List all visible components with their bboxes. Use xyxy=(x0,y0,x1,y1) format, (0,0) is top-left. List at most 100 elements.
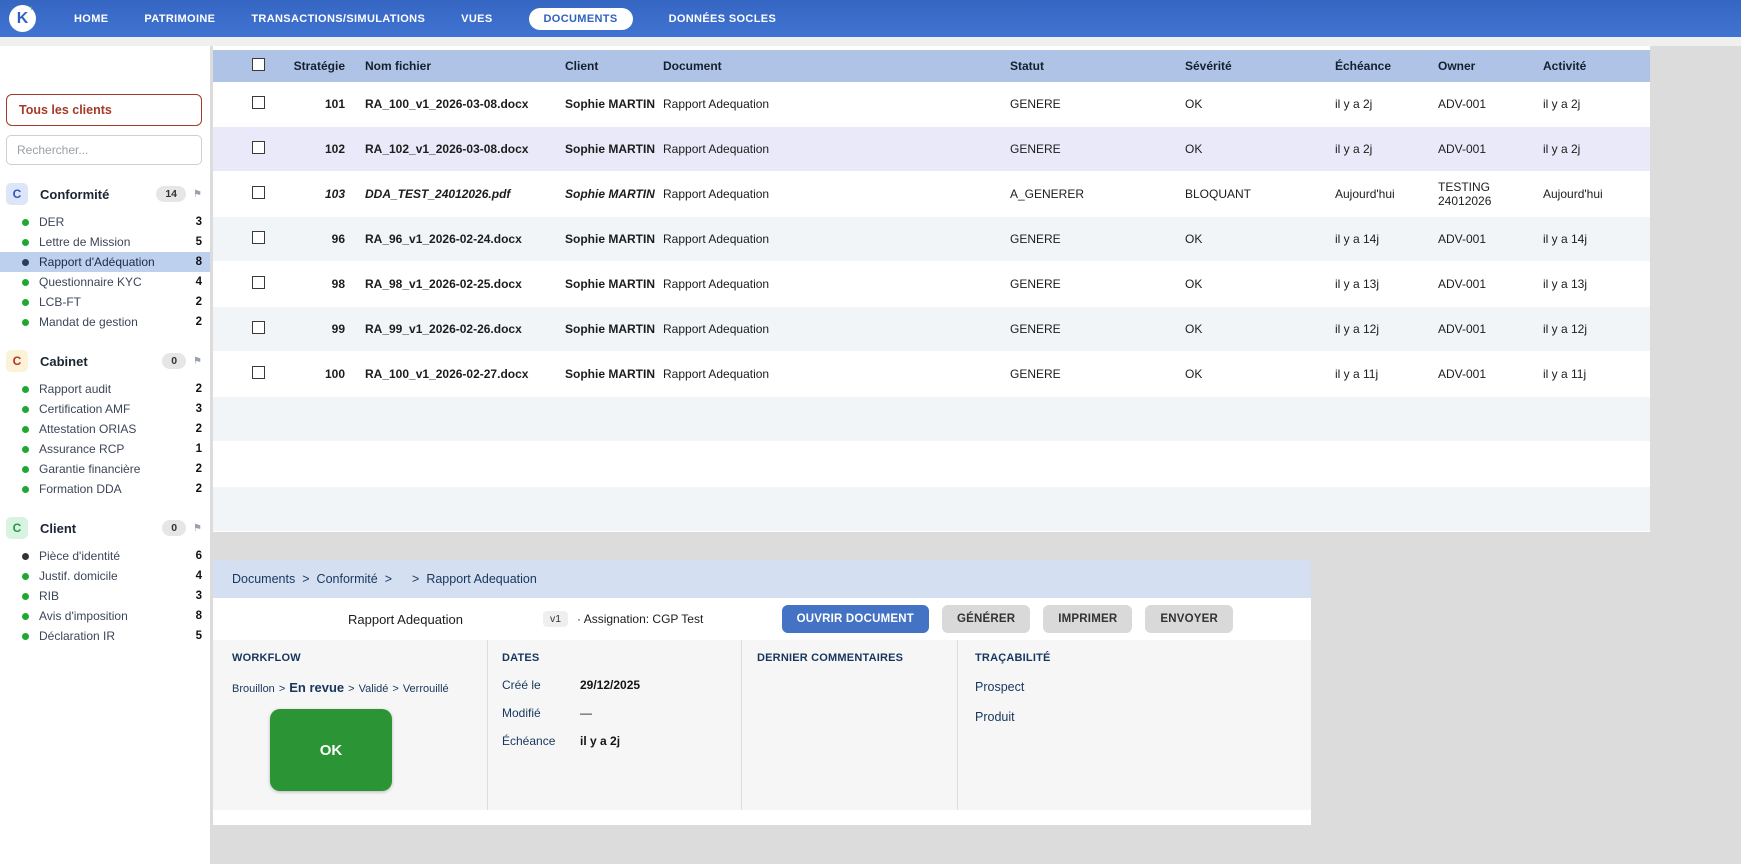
table-row[interactable]: 101RA_100_v1_2026-03-08.docxSophie MARTI… xyxy=(213,82,1650,127)
app-logo[interactable]: K’ xyxy=(9,5,36,32)
g-n-rer-button[interactable]: GÉNÉRER xyxy=(942,605,1030,633)
cell-owner: ADV-001 xyxy=(1438,367,1543,381)
traceability-section: TRAÇABILITÉ ProspectProduit xyxy=(958,640,1311,810)
sidebar-item-justif-domicile[interactable]: Justif. domicile4 xyxy=(0,566,210,586)
column-header-ch-ance[interactable]: Échéance xyxy=(1335,59,1438,73)
row-checkbox[interactable] xyxy=(252,96,265,109)
nav-item-vues[interactable]: VUES xyxy=(461,13,492,25)
section-header-client[interactable]: CClient0⚑ xyxy=(6,517,206,539)
row-checkbox[interactable] xyxy=(252,231,265,244)
table-row[interactable]: 100RA_100_v1_2026-02-27.docxSophie MARTI… xyxy=(213,352,1650,397)
flag-icon[interactable]: ⚑ xyxy=(193,356,202,367)
category-dot-icon xyxy=(22,386,29,393)
breadcrumb-segment-documents[interactable]: Documents xyxy=(232,572,295,586)
breadcrumb-segment-conformit[interactable]: Conformité xyxy=(317,572,378,586)
table-row[interactable]: 96RA_96_v1_2026-02-24.docxSophie MARTINR… xyxy=(213,217,1650,262)
sidebar-item-rapport-audit[interactable]: Rapport audit2 xyxy=(0,379,210,399)
workflow-step-verrouill[interactable]: Verrouillé xyxy=(403,683,449,695)
sidebar-item-garantie-financi-re[interactable]: Garantie financière2 xyxy=(0,459,210,479)
sidebar-item-count: 2 xyxy=(196,316,204,328)
sidebar-item-lettre-de-mission[interactable]: Lettre de Mission5 xyxy=(0,232,210,252)
column-header-s-v-rit[interactable]: Sévérité xyxy=(1185,59,1335,73)
sidebar-item-rapport-d-ad-quation[interactable]: Rapport d'Adéquation8 xyxy=(0,252,210,272)
sidebar-item-questionnaire-kyc[interactable]: Questionnaire KYC4 xyxy=(0,272,210,292)
cell-document: Rapport Adequation xyxy=(663,232,1010,246)
sidebar-item-assurance-rcp[interactable]: Assurance RCP1 xyxy=(0,439,210,459)
sidebar-item-mandat-de-gestion[interactable]: Mandat de gestion2 xyxy=(0,312,210,332)
section-header-conformit[interactable]: CConformité14⚑ xyxy=(6,183,206,205)
cell-statut: GENERE xyxy=(1010,232,1185,246)
workflow-step-separator: > xyxy=(279,683,285,695)
column-header-client[interactable]: Client xyxy=(565,59,663,73)
section-header-cabinet[interactable]: CCabinet0⚑ xyxy=(6,350,206,372)
row-checkbox[interactable] xyxy=(252,141,265,154)
envoyer-button[interactable]: ENVOYER xyxy=(1145,605,1233,633)
imprimer-button[interactable]: IMPRIMER xyxy=(1043,605,1132,633)
workflow-step-en-revue[interactable]: En revue xyxy=(289,680,344,695)
column-header-statut[interactable]: Statut xyxy=(1010,59,1185,73)
sidebar-item-count: 1 xyxy=(196,443,204,455)
sidebar-item-lcb-ft[interactable]: LCB-FT2 xyxy=(0,292,210,312)
nav-item-documents[interactable]: DOCUMENTS xyxy=(529,8,633,30)
workflow-section: WORKFLOW Brouillon>En revue>Validé>Verro… xyxy=(213,640,488,810)
cell-echeance: Aujourd'hui xyxy=(1335,187,1438,201)
sidebar-item-formation-dda[interactable]: Formation DDA2 xyxy=(0,479,210,499)
select-all-checkbox[interactable] xyxy=(252,58,265,71)
table-row[interactable]: 98RA_98_v1_2026-02-25.docxSophie MARTINR… xyxy=(213,262,1650,307)
logo-letter: K xyxy=(17,10,29,28)
workflow-step-valid[interactable]: Validé xyxy=(359,683,389,695)
sidebar-item-label: Pièce d'identité xyxy=(39,549,196,563)
row-checkbox[interactable] xyxy=(252,366,265,379)
cell-severite: OK xyxy=(1185,367,1335,381)
sidebar-item-rib[interactable]: RIB3 xyxy=(0,586,210,606)
workflow-status-button[interactable]: OK xyxy=(270,709,392,791)
cell-client: Sophie MARTIN xyxy=(565,277,663,291)
table-row[interactable]: 102RA_102_v1_2026-03-08.docxSophie MARTI… xyxy=(213,127,1650,172)
cell-echeance: il y a 2j xyxy=(1335,97,1438,111)
category-dot-icon xyxy=(22,219,29,226)
table-row[interactable]: 103DDA_TEST_24012026.pdfSophie MARTINRap… xyxy=(213,172,1650,217)
flag-icon[interactable]: ⚑ xyxy=(193,189,202,200)
nav-item-transactions-simulations[interactable]: TRANSACTIONS/SIMULATIONS xyxy=(251,13,425,25)
sidebar-item-der[interactable]: DER3 xyxy=(0,212,210,232)
column-header-nom-fichier[interactable]: Nom fichier xyxy=(345,59,565,73)
search-input[interactable] xyxy=(6,135,202,165)
column-header-activit[interactable]: Activité xyxy=(1543,59,1650,73)
category-dot-icon xyxy=(22,573,29,580)
sidebar-item-certification-amf[interactable]: Certification AMF3 xyxy=(0,399,210,419)
traceability-link-produit[interactable]: Produit xyxy=(975,710,1311,724)
ouvrir-document-button[interactable]: OUVRIR DOCUMENT xyxy=(782,605,929,633)
sidebar-item-pi-ce-d-identit[interactable]: Pièce d'identité6 xyxy=(0,546,210,566)
sidebar-item-label: Mandat de gestion xyxy=(39,315,196,329)
column-header-owner[interactable]: Owner xyxy=(1438,59,1543,73)
breadcrumb: Documents>Conformité>>Rapport Adequation xyxy=(213,560,1311,598)
row-checkbox[interactable] xyxy=(252,186,265,199)
workflow-heading: WORKFLOW xyxy=(232,652,487,664)
sidebar-item-attestation-orias[interactable]: Attestation ORIAS2 xyxy=(0,419,210,439)
cell-nom: RA_96_v1_2026-02-24.docx xyxy=(345,232,565,246)
workflow-step-brouillon[interactable]: Brouillon xyxy=(232,683,275,695)
nav-item-home[interactable]: HOME xyxy=(74,13,108,25)
flag-icon[interactable]: ⚑ xyxy=(193,523,202,534)
column-header-document[interactable]: Document xyxy=(663,59,1010,73)
cell-severite: OK xyxy=(1185,322,1335,336)
row-checkbox[interactable] xyxy=(252,321,265,334)
sidebar-item-avis-d-imposition[interactable]: Avis d'imposition8 xyxy=(0,606,210,626)
sidebar-item-label: Déclaration IR xyxy=(39,629,196,643)
nav-item-patrimoine[interactable]: PATRIMOINE xyxy=(144,13,215,25)
sidebar-item-d-claration-ir[interactable]: Déclaration IR5 xyxy=(0,626,210,646)
all-clients-button[interactable]: Tous les clients xyxy=(6,94,202,126)
sidebar: Tous les clients CConformité14⚑DER3Lettr… xyxy=(0,46,210,864)
column-header-select-all[interactable] xyxy=(213,58,283,74)
section-count-badge: 14 xyxy=(156,186,186,202)
column-header-strat-gie[interactable]: Stratégie xyxy=(283,59,345,73)
traceability-link-prospect[interactable]: Prospect xyxy=(975,680,1311,694)
nav-divider-strip xyxy=(0,37,1741,46)
comments-heading: DERNIER COMMENTAIRES xyxy=(757,652,957,664)
breadcrumb-segment-rapport-adequation[interactable]: Rapport Adequation xyxy=(426,572,537,586)
nav-item-donn-es-socles[interactable]: DONNÉES SOCLES xyxy=(669,13,777,25)
table-row[interactable]: 99RA_99_v1_2026-02-26.docxSophie MARTINR… xyxy=(213,307,1650,352)
row-checkbox[interactable] xyxy=(252,276,265,289)
cell-owner: ADV-001 xyxy=(1438,142,1543,156)
logo-accent-icon: ’ xyxy=(30,4,33,18)
